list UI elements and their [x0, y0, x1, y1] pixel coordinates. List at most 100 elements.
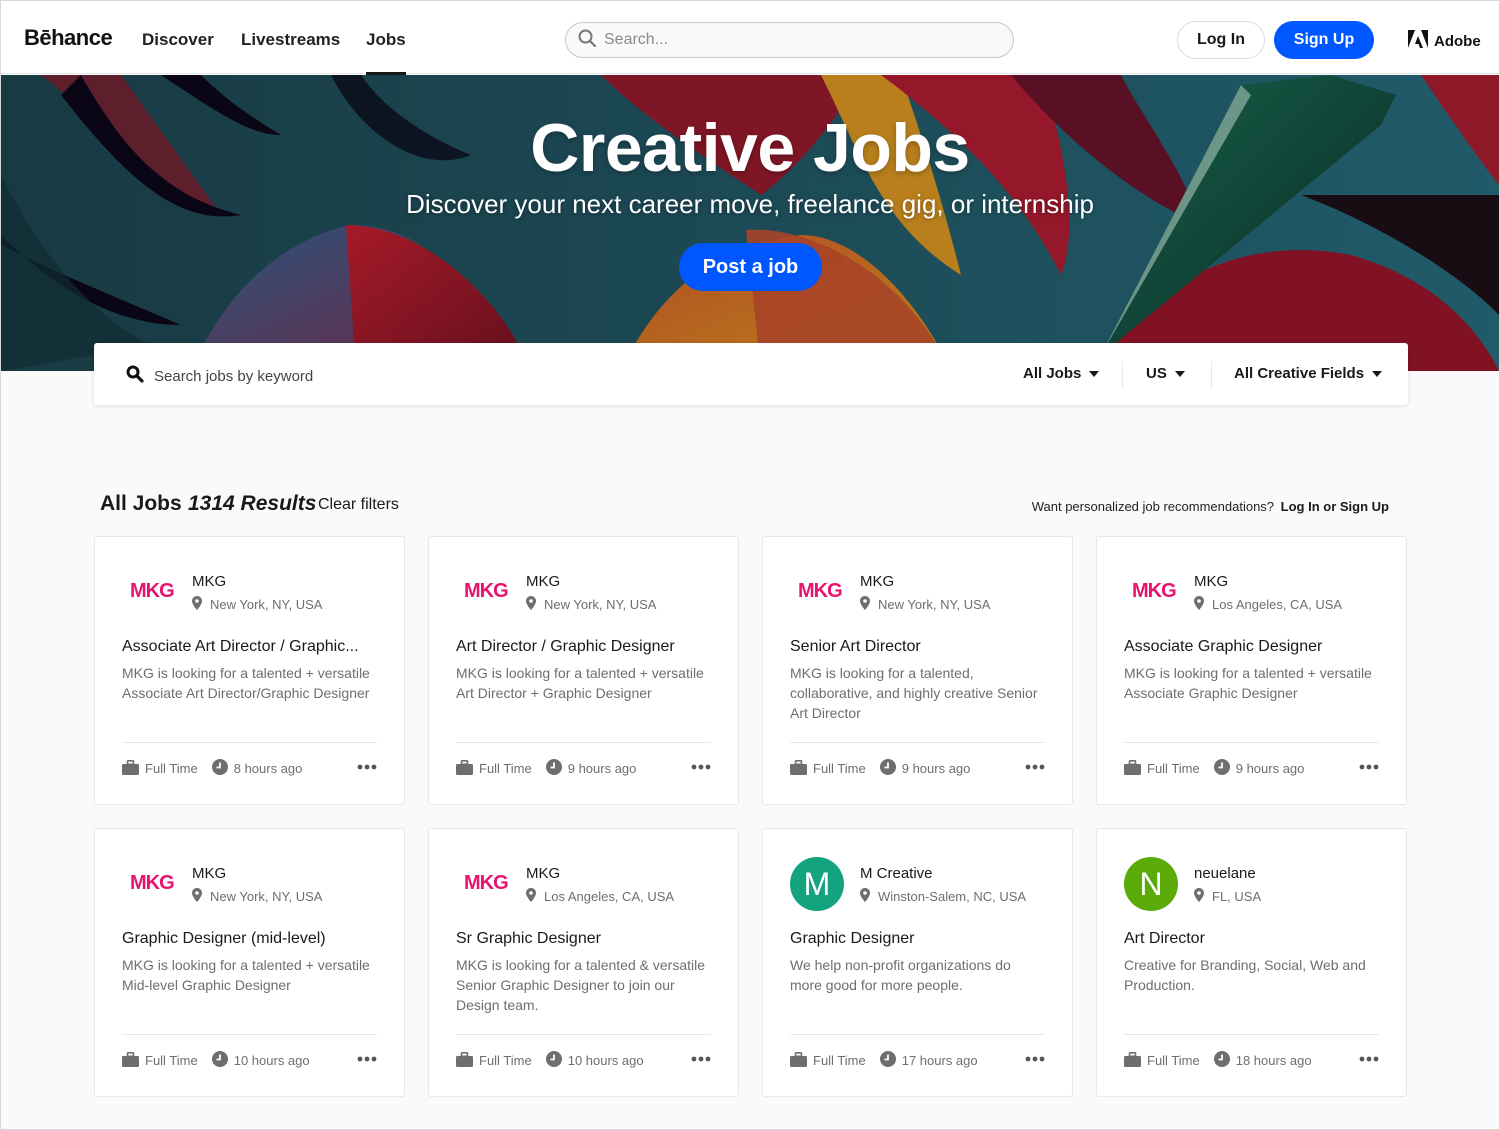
location-text: New York, NY, USA	[878, 597, 991, 612]
adobe-link[interactable]: Adobe	[1408, 30, 1481, 52]
job-title[interactable]: Associate Art Director / Graphic...	[122, 638, 382, 656]
card-divider	[1124, 742, 1379, 743]
company-name[interactable]: MKG	[192, 865, 226, 882]
job-card[interactable]: M M Creative Winston-Salem, NC, USA Grap…	[762, 828, 1073, 1097]
location-text: New York, NY, USA	[210, 597, 323, 612]
location-pin-icon	[1194, 596, 1204, 613]
nav-link-livestreams[interactable]: Livestreams	[241, 30, 340, 50]
adobe-label: Adobe	[1434, 32, 1481, 50]
promo-text: Want personalized job recommendations?	[1031, 499, 1275, 514]
job-card[interactable]: MKG MKG Los Angeles, CA, USA Associate G…	[1096, 536, 1407, 805]
job-title[interactable]: Senior Art Director	[790, 638, 1050, 656]
company-name[interactable]: M Creative	[860, 865, 933, 882]
job-title[interactable]: Art Director / Graphic Designer	[456, 638, 716, 656]
job-location: New York, NY, USA	[526, 596, 656, 613]
job-card[interactable]: MKG MKG Los Angeles, CA, USA Sr Graphic …	[428, 828, 739, 1097]
briefcase-icon	[456, 759, 473, 778]
more-options-icon[interactable]	[1025, 1049, 1045, 1067]
behance-logo[interactable]: Bēhance	[24, 25, 113, 51]
job-meta: Full Time 9 hours ago	[456, 759, 636, 778]
job-type-value: All Jobs	[1023, 365, 1082, 382]
company-name[interactable]: neuelane	[1194, 865, 1256, 882]
clock-icon	[879, 759, 896, 778]
promo-login-signup-link[interactable]: Log In or Sign Up	[1281, 499, 1389, 514]
job-title[interactable]: Graphic Designer (mid-level)	[122, 930, 382, 948]
company-logo: MKG	[790, 576, 844, 606]
job-meta: Full Time 18 hours ago	[1124, 1051, 1312, 1070]
location-text: New York, NY, USA	[210, 889, 323, 904]
chevron-down-icon	[1372, 370, 1383, 377]
briefcase-icon	[122, 759, 139, 778]
clock-icon	[1213, 1051, 1230, 1070]
more-options-icon[interactable]	[1025, 757, 1045, 775]
mkg-logo-text: MKG	[1132, 580, 1177, 602]
job-title[interactable]: Graphic Designer	[790, 930, 1050, 948]
country-dropdown[interactable]: US	[1146, 365, 1185, 382]
more-options-icon[interactable]	[691, 1049, 711, 1067]
divider	[1211, 361, 1212, 389]
global-search-input[interactable]	[604, 31, 984, 49]
job-card[interactable]: N neuelane FL, USA Art Director Creative…	[1096, 828, 1407, 1097]
job-meta: Full Time 9 hours ago	[1124, 759, 1304, 778]
company-logo: MKG	[1124, 576, 1178, 606]
company-avatar: M	[790, 857, 844, 911]
more-options-icon[interactable]	[357, 757, 377, 775]
company-name[interactable]: MKG	[1194, 573, 1228, 590]
job-card[interactable]: MKG MKG New York, NY, USA Senior Art Dir…	[762, 536, 1073, 805]
global-search[interactable]	[565, 22, 1014, 58]
posted-time: 9 hours ago	[567, 761, 637, 776]
clock-icon	[545, 759, 562, 778]
job-description: MKG is looking for a talented, collabora…	[790, 665, 1038, 721]
mkg-logo-text: MKG	[464, 580, 509, 602]
job-card[interactable]: MKG MKG New York, NY, USA Art Director /…	[428, 536, 739, 805]
job-meta: Full Time 8 hours ago	[122, 759, 302, 778]
job-card[interactable]: MKG MKG New York, NY, USA Associate Art …	[94, 536, 405, 805]
creative-field-dropdown[interactable]: All Creative Fields	[1234, 365, 1383, 382]
nav-link-discover[interactable]: Discover	[142, 30, 214, 50]
search-icon	[578, 29, 597, 52]
signup-button[interactable]: Sign Up	[1274, 21, 1374, 59]
job-type-dropdown[interactable]: All Jobs	[1023, 365, 1100, 382]
location-text: Winston-Salem, NC, USA	[878, 889, 1027, 904]
mkg-logo-text: MKG	[798, 580, 843, 602]
clock-icon	[211, 759, 228, 778]
more-options-icon[interactable]	[1359, 757, 1379, 775]
job-location: New York, NY, USA	[860, 596, 990, 613]
employment-type: Full Time	[1147, 1053, 1200, 1068]
more-options-icon[interactable]	[691, 757, 711, 775]
keyword-search-input[interactable]	[154, 368, 654, 385]
location-pin-icon	[860, 888, 870, 905]
hero-title: Creative Jobs	[530, 110, 970, 186]
results-count: 1314 Results	[188, 492, 317, 515]
briefcase-icon	[1124, 759, 1141, 778]
location-text: Los Angeles, CA, USA	[544, 889, 675, 904]
job-title[interactable]: Art Director	[1124, 930, 1384, 948]
hero-subtitle: Discover your next career move, freelanc…	[406, 189, 1094, 219]
location-pin-icon	[192, 888, 202, 905]
more-options-icon[interactable]	[1359, 1049, 1379, 1067]
post-job-button[interactable]: Post a job	[679, 243, 822, 291]
clear-filters-link[interactable]: Clear filters	[318, 496, 399, 514]
card-divider	[122, 742, 377, 743]
job-card[interactable]: MKG MKG New York, NY, USA Graphic Design…	[94, 828, 405, 1097]
company-name[interactable]: MKG	[526, 573, 560, 590]
briefcase-icon	[790, 759, 807, 778]
location-pin-icon	[526, 596, 536, 613]
job-meta: Full Time 10 hours ago	[122, 1051, 310, 1070]
job-title[interactable]: Associate Graphic Designer	[1124, 638, 1384, 656]
nav-link-jobs[interactable]: Jobs	[366, 30, 406, 75]
company-logo: MKG	[122, 576, 176, 606]
briefcase-icon	[122, 1051, 139, 1070]
keyword-search[interactable]	[126, 365, 654, 388]
company-name[interactable]: MKG	[860, 573, 894, 590]
job-description: MKG is looking for a talented + versatil…	[456, 665, 704, 701]
login-button[interactable]: Log In	[1177, 21, 1265, 59]
company-name[interactable]: MKG	[192, 573, 226, 590]
location-text: Los Angeles, CA, USA	[1212, 597, 1343, 612]
more-options-icon[interactable]	[357, 1049, 377, 1067]
job-title[interactable]: Sr Graphic Designer	[456, 930, 716, 948]
adobe-logo-icon	[1408, 30, 1428, 52]
posted-time: 18 hours ago	[1235, 1053, 1312, 1068]
divider	[1122, 361, 1123, 389]
company-name[interactable]: MKG	[526, 865, 560, 882]
